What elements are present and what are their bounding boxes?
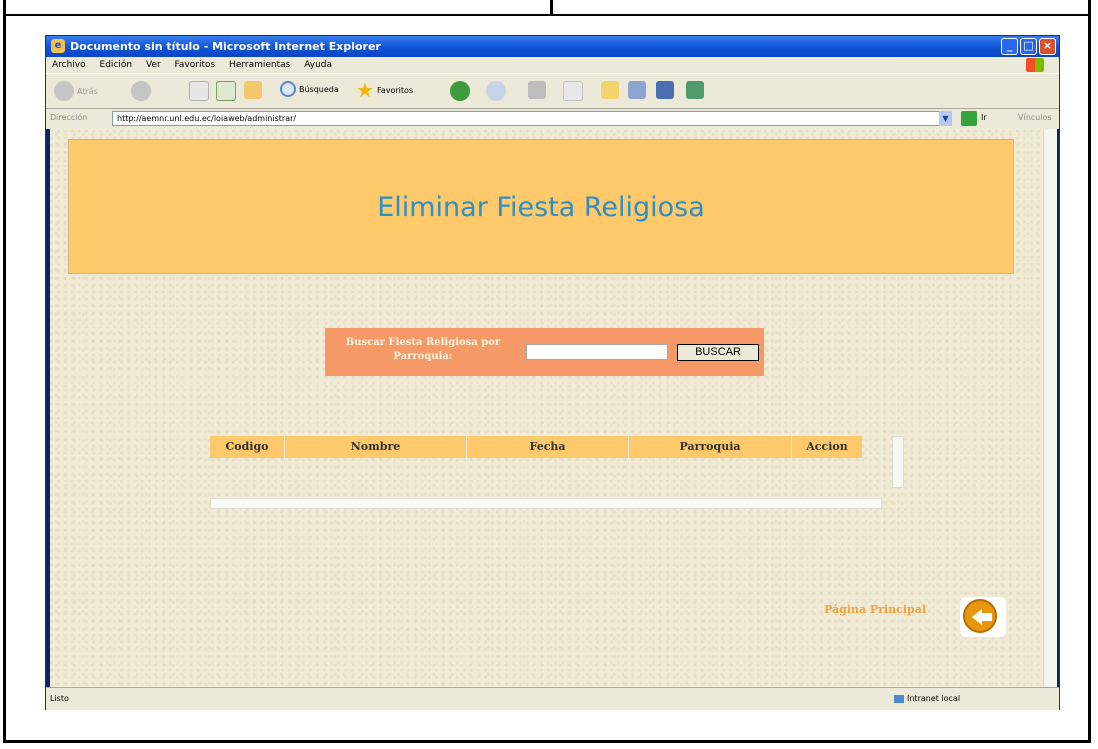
address-input[interactable]: http://aemnr.unl.edu.ec/loiaweb/administ…: [112, 111, 952, 126]
column-nombre: Nombre: [285, 436, 467, 458]
top-divider: [550, 0, 553, 16]
pagina-principal-link[interactable]: Página Principal: [824, 603, 926, 616]
go-arrow-icon[interactable]: [961, 111, 977, 126]
zone-label: Intranet local: [907, 694, 961, 703]
column-codigo: Codigo: [210, 436, 285, 458]
status-bar: Listo Intranet local: [46, 687, 1059, 710]
table-horizontal-scrollbar[interactable]: [210, 498, 882, 509]
messenger-icon: [656, 81, 674, 99]
page-title: Eliminar Fiesta Religiosa: [377, 192, 705, 223]
favorites-button[interactable]: ★ Favoritos: [356, 78, 414, 102]
menu-bar: Archivo Edición Ver Favoritos Herramient…: [46, 57, 1059, 73]
ie-logo-icon: e: [51, 39, 65, 53]
search-panel: Buscar Fiesta Religiosa por Parroquia: B…: [325, 328, 764, 376]
discuss-button[interactable]: [686, 81, 704, 99]
back-button[interactable]: Atrás: [54, 81, 98, 101]
menu-ayuda[interactable]: Ayuda: [304, 60, 332, 70]
search-parroquia-input[interactable]: [526, 344, 668, 360]
print-button[interactable]: [528, 81, 546, 99]
history-icon: [450, 81, 470, 101]
window-title: Documento sin título - Microsoft Interne…: [70, 40, 381, 53]
toolbar: Atrás Búsqueda ★ Favoritos: [46, 73, 1059, 109]
refresh-button[interactable]: [216, 81, 236, 101]
research-icon: [628, 81, 646, 99]
table-vertical-scrollbar[interactable]: [892, 436, 904, 488]
zone-indicator: Intranet local: [894, 694, 960, 703]
home-icon: [244, 81, 262, 99]
windows-flag-icon: [1026, 58, 1044, 72]
top-border: [3, 14, 1091, 16]
edit-icon: [563, 81, 583, 101]
column-accion: Accion: [806, 440, 848, 453]
go-label[interactable]: Ir: [981, 113, 987, 122]
table-header: Codigo Nombre Fecha Parroquia Accion: [210, 436, 862, 458]
back-home-button[interactable]: [960, 597, 1006, 637]
forward-arrow-icon: [131, 81, 151, 101]
buscar-button[interactable]: BUSCAR: [677, 344, 759, 361]
refresh-icon: [216, 81, 236, 101]
research-button[interactable]: [628, 81, 646, 99]
forward-button[interactable]: [131, 81, 151, 101]
back-arrow-icon: [963, 599, 997, 633]
title-bar[interactable]: e Documento sin título - Microsoft Inter…: [46, 36, 1059, 57]
page-vertical-scrollbar[interactable]: [1043, 129, 1057, 687]
messenger-button[interactable]: [656, 81, 674, 99]
back-arrow-icon: [54, 81, 74, 101]
page-header: Eliminar Fiesta Religiosa: [68, 139, 1014, 274]
menu-favoritos[interactable]: Favoritos: [175, 60, 216, 70]
links-label[interactable]: Vínculos: [1018, 113, 1052, 122]
back-label: Atrás: [77, 86, 98, 96]
page-content: Eliminar Fiesta Religiosa Buscar Fiesta …: [50, 129, 1043, 687]
address-label: Dirección: [50, 113, 88, 122]
printer-icon: [528, 81, 546, 99]
address-dropdown-icon[interactable]: ▼: [939, 111, 952, 126]
status-text: Listo: [50, 694, 69, 703]
magnifier-icon: [280, 81, 296, 97]
minimize-icon[interactable]: _: [1001, 38, 1018, 55]
star-icon: ★: [356, 78, 374, 102]
home-button[interactable]: [244, 81, 262, 99]
favorites-label: Favoritos: [376, 85, 414, 95]
search-label: Búsqueda: [299, 84, 339, 94]
intranet-icon: [894, 694, 904, 703]
search-button[interactable]: Búsqueda: [280, 81, 339, 97]
stop-icon: [189, 81, 209, 101]
folder-icon: [601, 81, 619, 99]
column-parroquia: Parroquia: [629, 436, 792, 458]
stop-button[interactable]: [189, 81, 209, 101]
search-parroquia-label: Buscar Fiesta Religiosa por Parroquia:: [345, 337, 501, 362]
menu-archivo[interactable]: Archivo: [52, 60, 86, 70]
discuss-icon: [686, 81, 704, 99]
menu-edicion[interactable]: Edición: [100, 60, 133, 70]
maximize-icon[interactable]: □: [1020, 38, 1037, 55]
mail-icon: [486, 81, 506, 101]
menu-herramientas[interactable]: Herramientas: [229, 60, 290, 70]
address-bar: Dirección http://aemnr.unl.edu.ec/loiawe…: [46, 109, 1059, 129]
folder-button[interactable]: [601, 81, 619, 99]
arrow-tail: [981, 613, 992, 621]
browser-window: e Documento sin título - Microsoft Inter…: [45, 35, 1060, 710]
menu-ver[interactable]: Ver: [146, 60, 161, 70]
column-fecha: Fecha: [467, 436, 629, 458]
mail-button[interactable]: [486, 81, 506, 101]
close-icon[interactable]: ×: [1039, 38, 1056, 55]
results-table: Codigo Nombre Fecha Parroquia Accion: [210, 436, 904, 509]
edit-button[interactable]: [563, 81, 583, 101]
history-button[interactable]: [450, 81, 470, 101]
